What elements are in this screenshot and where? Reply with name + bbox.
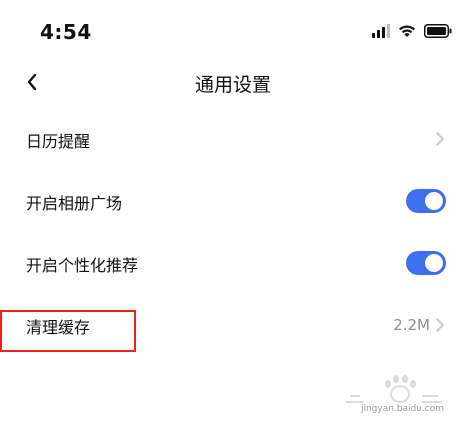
personalized-recommendation-row: 开启个性化推荐 — [0, 232, 466, 294]
status-time: 4:54 — [40, 20, 92, 44]
watermark-text: jingyan.baidu.com — [360, 404, 444, 414]
battery-icon — [424, 23, 452, 42]
wifi-icon — [398, 23, 416, 42]
nav-bar: 通用设置 — [0, 62, 466, 106]
toggle-knob — [425, 254, 443, 272]
calendar-reminder-row[interactable]: 日历提醒 — [0, 108, 466, 170]
clear-cache-row[interactable]: 清理缓存 2.2M — [0, 294, 466, 356]
personalized-recommendation-label: 开启个性化推荐 — [26, 256, 139, 275]
page-title: 通用设置 — [194, 74, 271, 96]
album-square-label: 开启相册广场 — [26, 194, 123, 213]
album-square-row: 开启相册广场 — [0, 170, 466, 232]
toggle-knob — [425, 192, 443, 210]
calendar-reminder-label: 日历提醒 — [26, 132, 91, 151]
watermark-logo — [338, 372, 448, 422]
chevron-right-icon — [434, 317, 446, 333]
status-bar: 4:54 — [0, 0, 466, 64]
status-icons — [372, 23, 452, 42]
clear-cache-label: 清理缓存 — [26, 318, 91, 337]
cache-size-value: 2.2M — [393, 316, 430, 334]
chevron-right-icon — [434, 131, 446, 147]
settings-list: 日历提醒 开启相册广场 开启个性化推荐 清理缓存 2.2M — [0, 108, 466, 356]
personalized-recommendation-toggle[interactable] — [406, 251, 446, 275]
album-square-toggle[interactable] — [406, 189, 446, 213]
signal-icon — [372, 23, 390, 42]
